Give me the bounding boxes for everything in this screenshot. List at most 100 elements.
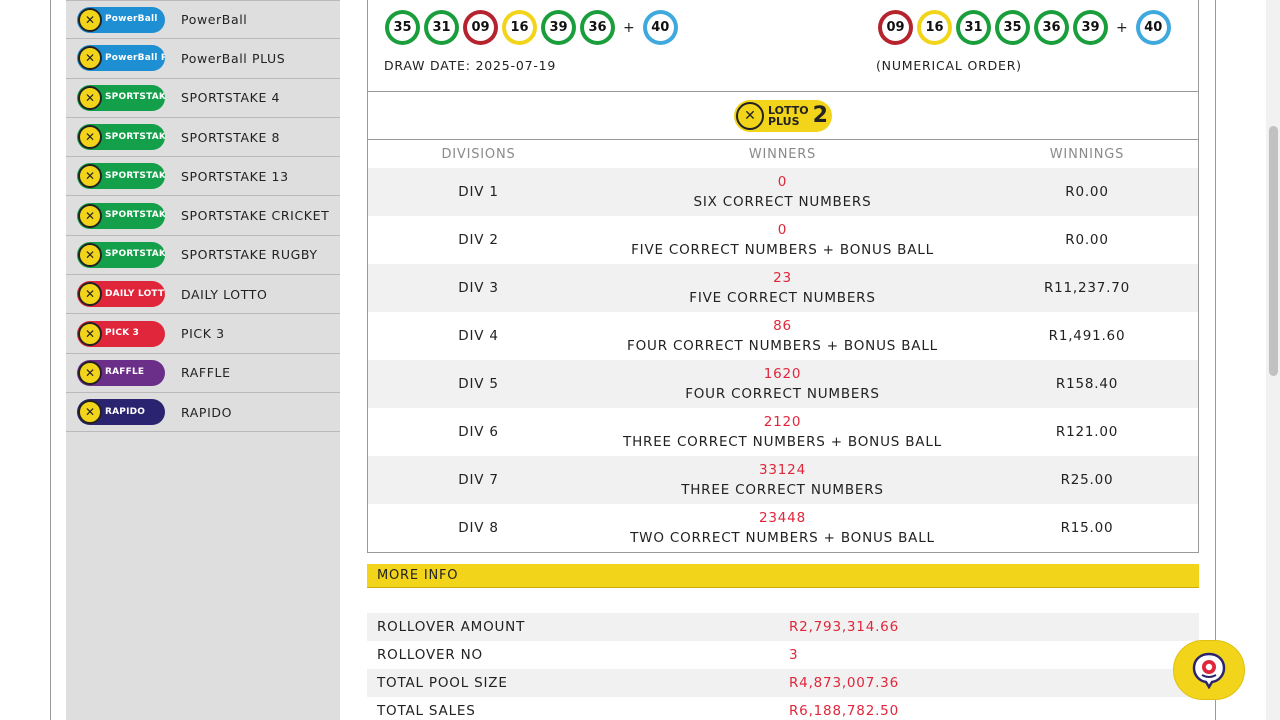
sidebar-item-powerball-plus[interactable]: ✕PowerBall PLUS PowerBall PLUS: [66, 39, 340, 79]
lottery-coin-icon: ✕: [78, 242, 102, 267]
info-row: ROLLOVER NO 3: [367, 641, 1199, 669]
sidebar-item-label: RAFFLE: [181, 365, 231, 381]
winnings-cell: R121.00: [1055, 424, 1119, 440]
lottery-coin-icon: ✕: [78, 164, 102, 189]
sidebar-item-pick-3[interactable]: ✕ PICK 3 PICK 3: [66, 314, 340, 354]
logo-line-1: LOTTO: [768, 103, 809, 117]
prize-divisions-table: DIVISIONS WINNERS WINNINGS DIV 1 0 SIX COR…: [367, 140, 1199, 553]
lotto-ball: 16: [917, 10, 952, 45]
chat-assistant-button[interactable]: [1173, 640, 1245, 700]
table-row: DIV 6 2120 THREE CORRECT NUMBERS + BONUS B…: [368, 408, 1198, 456]
lotto-ball: 09: [878, 10, 913, 45]
lotto-ball: 35: [385, 10, 420, 45]
sidebar-item-label: SPORTSTAKE 4: [181, 90, 281, 106]
division-description: FOUR CORRECT NUMBERS: [685, 386, 880, 402]
sidebar-item-label: SPORTSTAKE 13: [181, 168, 289, 184]
lottery-coin-icon: ✕: [78, 46, 102, 71]
info-value: R4,873,007.36: [789, 675, 899, 691]
bonus-ball: 40: [642, 10, 678, 45]
winners-count: 0: [777, 174, 788, 190]
table-row: DIV 7 33124 THREE CORRECT NUMBERS R25.00: [368, 456, 1198, 504]
division-cell: DIV 3: [458, 280, 499, 296]
winners-cell: 1620 FOUR CORRECT NUMBERS: [589, 364, 976, 404]
plus-sign: +: [1116, 19, 1128, 36]
winnings-cell: R15.00: [1060, 520, 1114, 536]
sidebar-item-sportstake-4[interactable]: ✕SPORTSTAKE 4 SPORTSTAKE 4: [66, 79, 340, 118]
lottery-coin-icon: ✕: [78, 321, 102, 346]
table-body: DIV 1 0 SIX CORRECT NUMBERS R0.00 DIV 2 0 FIVE…: [368, 168, 1198, 552]
lotto-ball: 36: [1034, 10, 1069, 45]
lottery-coin-icon: ✕: [78, 282, 102, 307]
sidebar-item-sportstake-13[interactable]: ✕SPORTSTAKE 13 SPORTSTAKE 13: [66, 157, 340, 197]
division-description: TWO CORRECT NUMBERS + BONUS BALL: [630, 530, 935, 546]
powerball-plus-logo-icon: ✕PowerBall PLUS: [77, 45, 165, 72]
lotto-plus-2-logo-icon: ✕ LOTTO PLUS 2: [734, 99, 832, 132]
sidebar-item-powerball[interactable]: ✕ PowerBall PowerBall: [66, 0, 340, 40]
table-row: DIV 1 0 SIX CORRECT NUMBERS R0.00: [368, 168, 1198, 216]
sportstake-cricket-logo-icon: ✕SPORTSTAKE CRICKET: [77, 202, 165, 229]
winners-count: 23448: [759, 510, 806, 526]
logo-number: 2: [812, 103, 828, 128]
table-row: DIV 4 86 FOUR CORRECT NUMBERS + BONUS BALL…: [368, 312, 1198, 360]
sidebar-item-label: RAPIDO: [181, 404, 233, 420]
numerical-order-label: (NUMERICAL ORDER): [876, 58, 1022, 73]
winners-count: 0: [777, 222, 788, 238]
winners-cell: 23 FIVE CORRECT NUMBERS: [589, 268, 976, 308]
sidebar-item-rapido[interactable]: ✕ RAPIDO RAPIDO: [66, 393, 340, 433]
sportstake13-logo-icon: ✕SPORTSTAKE 13: [77, 163, 165, 190]
draw-date: DRAW DATE: 2025-07-19: [384, 58, 557, 73]
more-info-header: MORE INFO: [367, 564, 1199, 588]
division-description: FIVE CORRECT NUMBERS: [689, 290, 876, 306]
page-scrollbar[interactable]: [1266, 0, 1280, 720]
sportstake8-logo-icon: ✕SPORTSTAKE 8: [77, 124, 165, 151]
info-label: TOTAL SALES: [377, 703, 476, 719]
pick3-logo-icon: ✕ PICK 3: [77, 320, 165, 347]
plus-sign: +: [623, 19, 635, 36]
sidebar-item-daily-lotto[interactable]: ✕DAILY LOTTO DAILY LOTTO: [66, 275, 340, 315]
info-label: ROLLOVER AMOUNT: [377, 619, 526, 635]
lotto-ball: 39: [1073, 10, 1108, 45]
division-description: THREE CORRECT NUMBERS: [681, 482, 884, 498]
sorted-balls-row: 09 16 31 35 36 39 +40: [878, 10, 1175, 45]
lottery-coin-icon: ✕: [736, 101, 764, 130]
winning-numbers-panel: 35 31 09 16 39 36 +40 09 16 31 35 36 39 +40 DRAW DAT…: [367, 0, 1199, 92]
table-header: DIVISIONS WINNERS WINNINGS: [368, 140, 1198, 168]
winners-cell: 0 SIX CORRECT NUMBERS: [589, 172, 976, 212]
lottery-coin-icon: ✕: [78, 400, 102, 425]
sidebar-item-label: SPORTSTAKE 8: [181, 129, 281, 145]
winners-cell: 86 FOUR CORRECT NUMBERS + BONUS BALL: [589, 316, 976, 356]
scrollbar-thumb[interactable]: [1269, 126, 1278, 376]
sidebar-item-sportstake-8[interactable]: ✕SPORTSTAKE 8 SPORTSTAKE 8: [66, 118, 340, 158]
chat-assistant-icon: [1192, 652, 1226, 689]
winnings-cell: R0.00: [1065, 184, 1109, 200]
sidebar-item-sportstake-cricket[interactable]: ✕SPORTSTAKE CRICKET SPORTSTAKE CRICKET: [66, 196, 340, 236]
info-row: TOTAL POOL SIZE R4,873,007.36: [367, 669, 1199, 697]
sidebar-item-raffle[interactable]: ✕ RAFFLE RAFFLE: [66, 354, 340, 393]
lottery-coin-icon: ✕: [78, 85, 102, 110]
info-value: R2,793,314.66: [789, 619, 899, 635]
results-main: 35 31 09 16 39 36 +40 09 16 31 35 36 39 +40 DRAW DAT…: [367, 0, 1199, 720]
winnings-cell: R0.00: [1065, 232, 1109, 248]
sidebar-item-label: SPORTSTAKE RUGBY: [181, 247, 318, 263]
division-cell: DIV 6: [458, 424, 499, 440]
division-cell: DIV 4: [458, 328, 499, 344]
sidebar-item-label: SPORTSTAKE CRICKET: [181, 208, 330, 224]
games-sidebar: ✕PowerBall PowerBall ✕PowerBall PLUS PowerB…: [66, 0, 340, 720]
sidebar-item-label: PowerBall PLUS: [181, 50, 286, 66]
winnings-cell: R158.40: [1055, 376, 1119, 392]
division-cell: DIV 8: [458, 520, 499, 536]
division-cell: DIV 7: [458, 472, 499, 488]
winners-count: 33124: [759, 462, 806, 478]
sidebar-item-sportstake-rugby[interactable]: ✕SPORTSTAKE RUGBY SPORTSTAKE RUGBY: [66, 236, 340, 276]
lotto-ball: 31: [956, 10, 991, 45]
winnings-cell: R25.00: [1060, 472, 1114, 488]
raffle-logo-icon: ✕ RAFFLE: [77, 359, 165, 386]
sportstake-rugby-logo-icon: ✕SPORTSTAKE RUGBY: [77, 241, 165, 268]
logo-line-2: PLUS: [768, 114, 800, 128]
powerball-logo-icon: ✕ PowerBall: [77, 6, 165, 33]
drawn-balls-row: 35 31 09 16 39 36 +40: [385, 10, 682, 45]
table-row: DIV 8 23448 TWO CORRECT NUMBERS + BONUS BA…: [368, 504, 1198, 552]
winners-count: 23: [773, 270, 792, 286]
winners-cell: 2120 THREE CORRECT NUMBERS + BONUS BALL: [589, 412, 976, 452]
lotto-ball: 31: [424, 10, 459, 45]
